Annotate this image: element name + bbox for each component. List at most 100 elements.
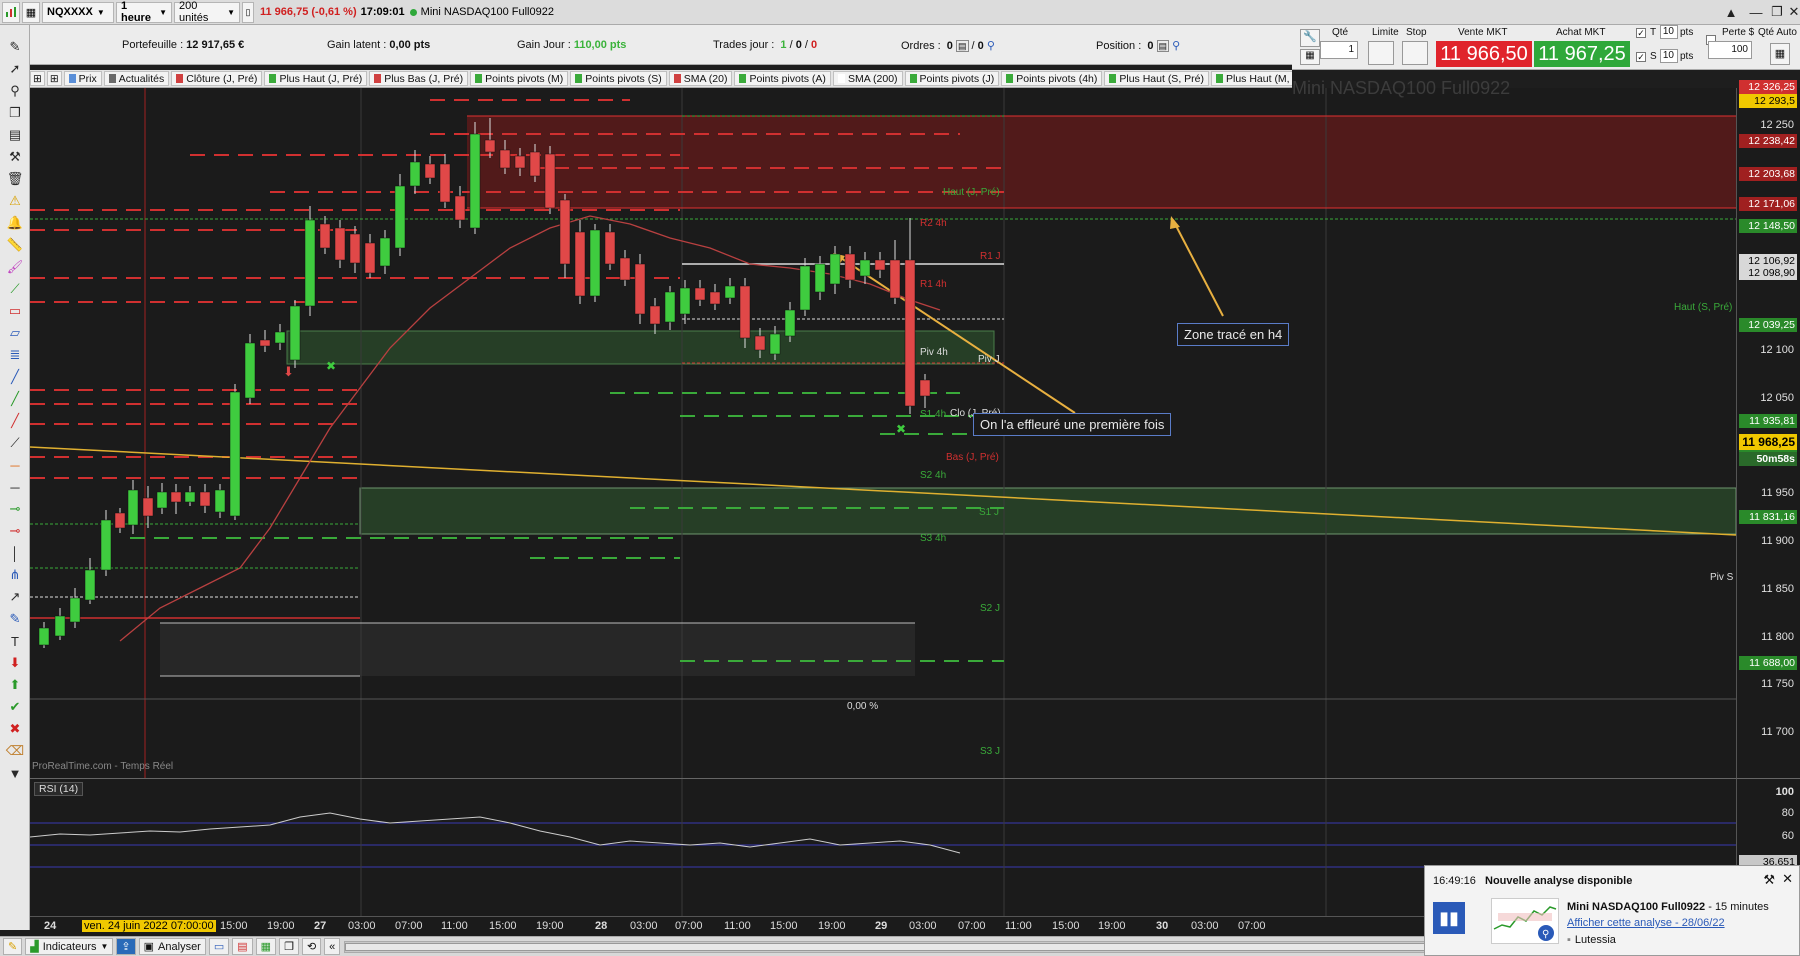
add-chart-icon[interactable]: ⊞ <box>46 71 62 86</box>
annotation-zone-h4[interactable]: Zone tracé en h4 <box>1177 323 1290 346</box>
buy-market-button[interactable]: 11 967,25 <box>1534 41 1630 67</box>
trash-icon[interactable]: 🗑 <box>4 169 26 189</box>
auto-qty-input[interactable]: 100 <box>1708 41 1752 59</box>
channel-tool-icon[interactable]: ▱ <box>4 323 26 343</box>
orders-search-icon[interactable]: ⚲ <box>987 40 995 52</box>
arrow-up-icon[interactable]: ⬆ <box>4 675 26 695</box>
scroll-down-icon[interactable]: ▼ <box>4 763 26 783</box>
annotation-first-touch[interactable]: On l'a effleuré une première fois <box>973 413 1172 436</box>
window-icon[interactable]: ▭ <box>208 938 230 955</box>
current-price-tag: 11 968,25 <box>1739 434 1797 450</box>
indicator-chip[interactable]: Prix <box>63 71 102 86</box>
scrollbar-thumb[interactable] <box>345 942 1446 951</box>
notification-options-icon[interactable]: ⚒ <box>1763 872 1775 888</box>
scroll-left-icon[interactable]: « <box>324 938 341 955</box>
pencil-icon[interactable]: ✎ <box>3 938 23 955</box>
position-search-icon[interactable]: ⚲ <box>1172 40 1180 52</box>
orders-icon[interactable]: ▤ <box>955 40 969 52</box>
line-tool-green-icon[interactable]: ╱ <box>4 389 26 409</box>
take-profit-input[interactable]: 10 <box>1660 25 1678 39</box>
qty-input[interactable]: 1 <box>1320 41 1358 59</box>
eraser-icon[interactable]: ⌫ <box>4 741 26 761</box>
units-selector[interactable]: 200 unités ▼ <box>174 0 240 24</box>
sell-market-button[interactable]: 11 966,50 <box>1436 41 1532 67</box>
pitchfork-icon[interactable]: ⋔ <box>4 565 26 585</box>
price-axis[interactable]: 12 25012 10012 05012 00011 95011 90011 8… <box>1736 80 1800 778</box>
line-tool-blue-icon[interactable]: ╱ <box>4 367 26 387</box>
pen-icon[interactable]: ✎ <box>4 37 26 57</box>
price-chart[interactable]: ✖ ✖ ⬇ Mini NASDAQ100 Full0922 ProRealTime.… <box>30 78 1736 778</box>
indicators-button[interactable]: ▟ Indicateurs ▼ <box>25 938 114 955</box>
magnet-icon[interactable]: ⚒ <box>4 147 26 167</box>
cursor-icon[interactable]: ➚ <box>4 59 26 79</box>
analyze-button[interactable]: ▣ Analyser <box>138 938 206 955</box>
indicator-chip[interactable]: Points pivots (A) <box>734 71 831 86</box>
pin-icon[interactable]: ▲ <box>1720 2 1742 22</box>
indicator-chip[interactable]: Actualités <box>103 71 170 86</box>
alert-icon[interactable]: ⚠ <box>4 191 26 211</box>
replay-icon[interactable]: ⟲ <box>301 938 322 955</box>
arrow-tool-icon[interactable]: ↗ <box>4 587 26 607</box>
candle-up <box>589 229 601 297</box>
indicator-chip[interactable]: Plus Haut (J, Pré) <box>264 71 368 86</box>
line-tool-red-icon[interactable]: ╱ <box>4 411 26 431</box>
indicator-chip[interactable]: Plus Bas (J, Pré) <box>369 71 469 86</box>
share-icon[interactable]: ⇪ <box>116 938 136 955</box>
stop-order-button[interactable] <box>1402 41 1428 65</box>
close-icon[interactable]: ✕ <box>1783 2 1800 22</box>
crosshair-time-label: ven. 24 juin 2022 07:00:00 <box>82 920 216 932</box>
indicator-chip[interactable]: Points pivots (J) <box>904 71 1000 86</box>
stop-loss-input[interactable]: 10 <box>1660 49 1678 63</box>
grid-icon[interactable]: ▦ <box>22 1 40 23</box>
ray-tool-icon[interactable]: ⟋ <box>4 433 26 453</box>
check-icon[interactable]: ✔ <box>4 697 26 717</box>
indicator-chip[interactable]: Plus Haut (S, Pré) <box>1104 71 1209 86</box>
hline-red-icon[interactable]: ⊸ <box>4 521 26 541</box>
indicator-chip[interactable]: SMA (20) <box>668 71 733 86</box>
alert-list-icon[interactable]: ▤ <box>232 938 253 955</box>
vline-icon[interactable]: │ <box>4 543 26 563</box>
layout-icon[interactable]: ❐ <box>279 938 299 955</box>
limit-order-button[interactable] <box>1368 41 1394 65</box>
minimize-icon[interactable]: — <box>1745 2 1767 22</box>
trendline-tool-icon[interactable]: ⟋ <box>4 279 26 299</box>
stop-loss-checkbox[interactable]: ✓ <box>1636 52 1646 62</box>
cross-icon[interactable]: ✖ <box>4 719 26 739</box>
screener-icon[interactable]: ▦ <box>255 938 277 955</box>
indicator-chip[interactable]: Clôture (J, Pré) <box>171 71 263 86</box>
hline-green-icon[interactable]: ⊸ <box>4 499 26 519</box>
pencil-tool-icon[interactable]: ✎ <box>4 609 26 629</box>
position-icon[interactable]: ▤ <box>1156 40 1170 52</box>
indicator-chip[interactable]: Plus Haut (M, Pré) <box>1211 71 1292 86</box>
brush-icon[interactable]: 🖌 <box>4 257 26 277</box>
notification-link[interactable]: Afficher cette analyse - 28/06/22 <box>1567 917 1725 929</box>
timeframe-selector[interactable]: 1 heure ▼ <box>116 0 172 24</box>
ruler-icon[interactable]: 📏 <box>4 235 26 255</box>
text-tool-icon[interactable]: T <box>4 631 26 651</box>
wrench-icon[interactable]: 🔧 <box>1300 29 1320 47</box>
rsi-label[interactable]: RSI (14) <box>34 782 84 796</box>
add-indicator-icon[interactable]: ⊞ <box>30 71 45 86</box>
indicator-chip[interactable]: SMA (200) <box>832 71 903 86</box>
zoom-icon[interactable]: ⚲ <box>4 81 26 101</box>
take-profit-checkbox[interactable]: ✓ <box>1636 28 1646 38</box>
hline-icon[interactable]: ─ <box>4 477 26 497</box>
indicator-chip[interactable]: Points pivots (M) <box>470 71 569 86</box>
copy-icon[interactable]: ❐ <box>4 103 26 123</box>
analysis-notification[interactable]: 16:49:16 Nouvelle analyse disponible ⚒ ✕… <box>1424 865 1800 956</box>
symbol-selector[interactable]: NQXXXX ▼ <box>42 1 114 23</box>
hline-orange-icon[interactable]: ─ <box>4 455 26 475</box>
paste-icon[interactable]: ▤ <box>4 125 26 145</box>
calculator-icon[interactable]: ▦ <box>1770 43 1790 65</box>
arrow-down-icon[interactable]: ⬇ <box>4 653 26 673</box>
indicator-chip[interactable]: Points pivots (S) <box>570 71 667 86</box>
fibonacci-tool-icon[interactable]: ≣ <box>4 345 26 365</box>
time-scrollbar[interactable] <box>344 940 1505 953</box>
bell-icon[interactable]: 🔔 <box>4 213 26 233</box>
platform-logo-icon[interactable] <box>2 1 20 23</box>
rectangle-tool-icon[interactable]: ▭ <box>4 301 26 321</box>
analysis-thumbnail[interactable]: ⚲ <box>1491 898 1559 944</box>
notification-close-icon[interactable]: ✕ <box>1782 871 1793 887</box>
keypad-icon[interactable]: ▦ <box>1300 49 1320 65</box>
indicator-chip[interactable]: Points pivots (4h) <box>1001 71 1103 86</box>
